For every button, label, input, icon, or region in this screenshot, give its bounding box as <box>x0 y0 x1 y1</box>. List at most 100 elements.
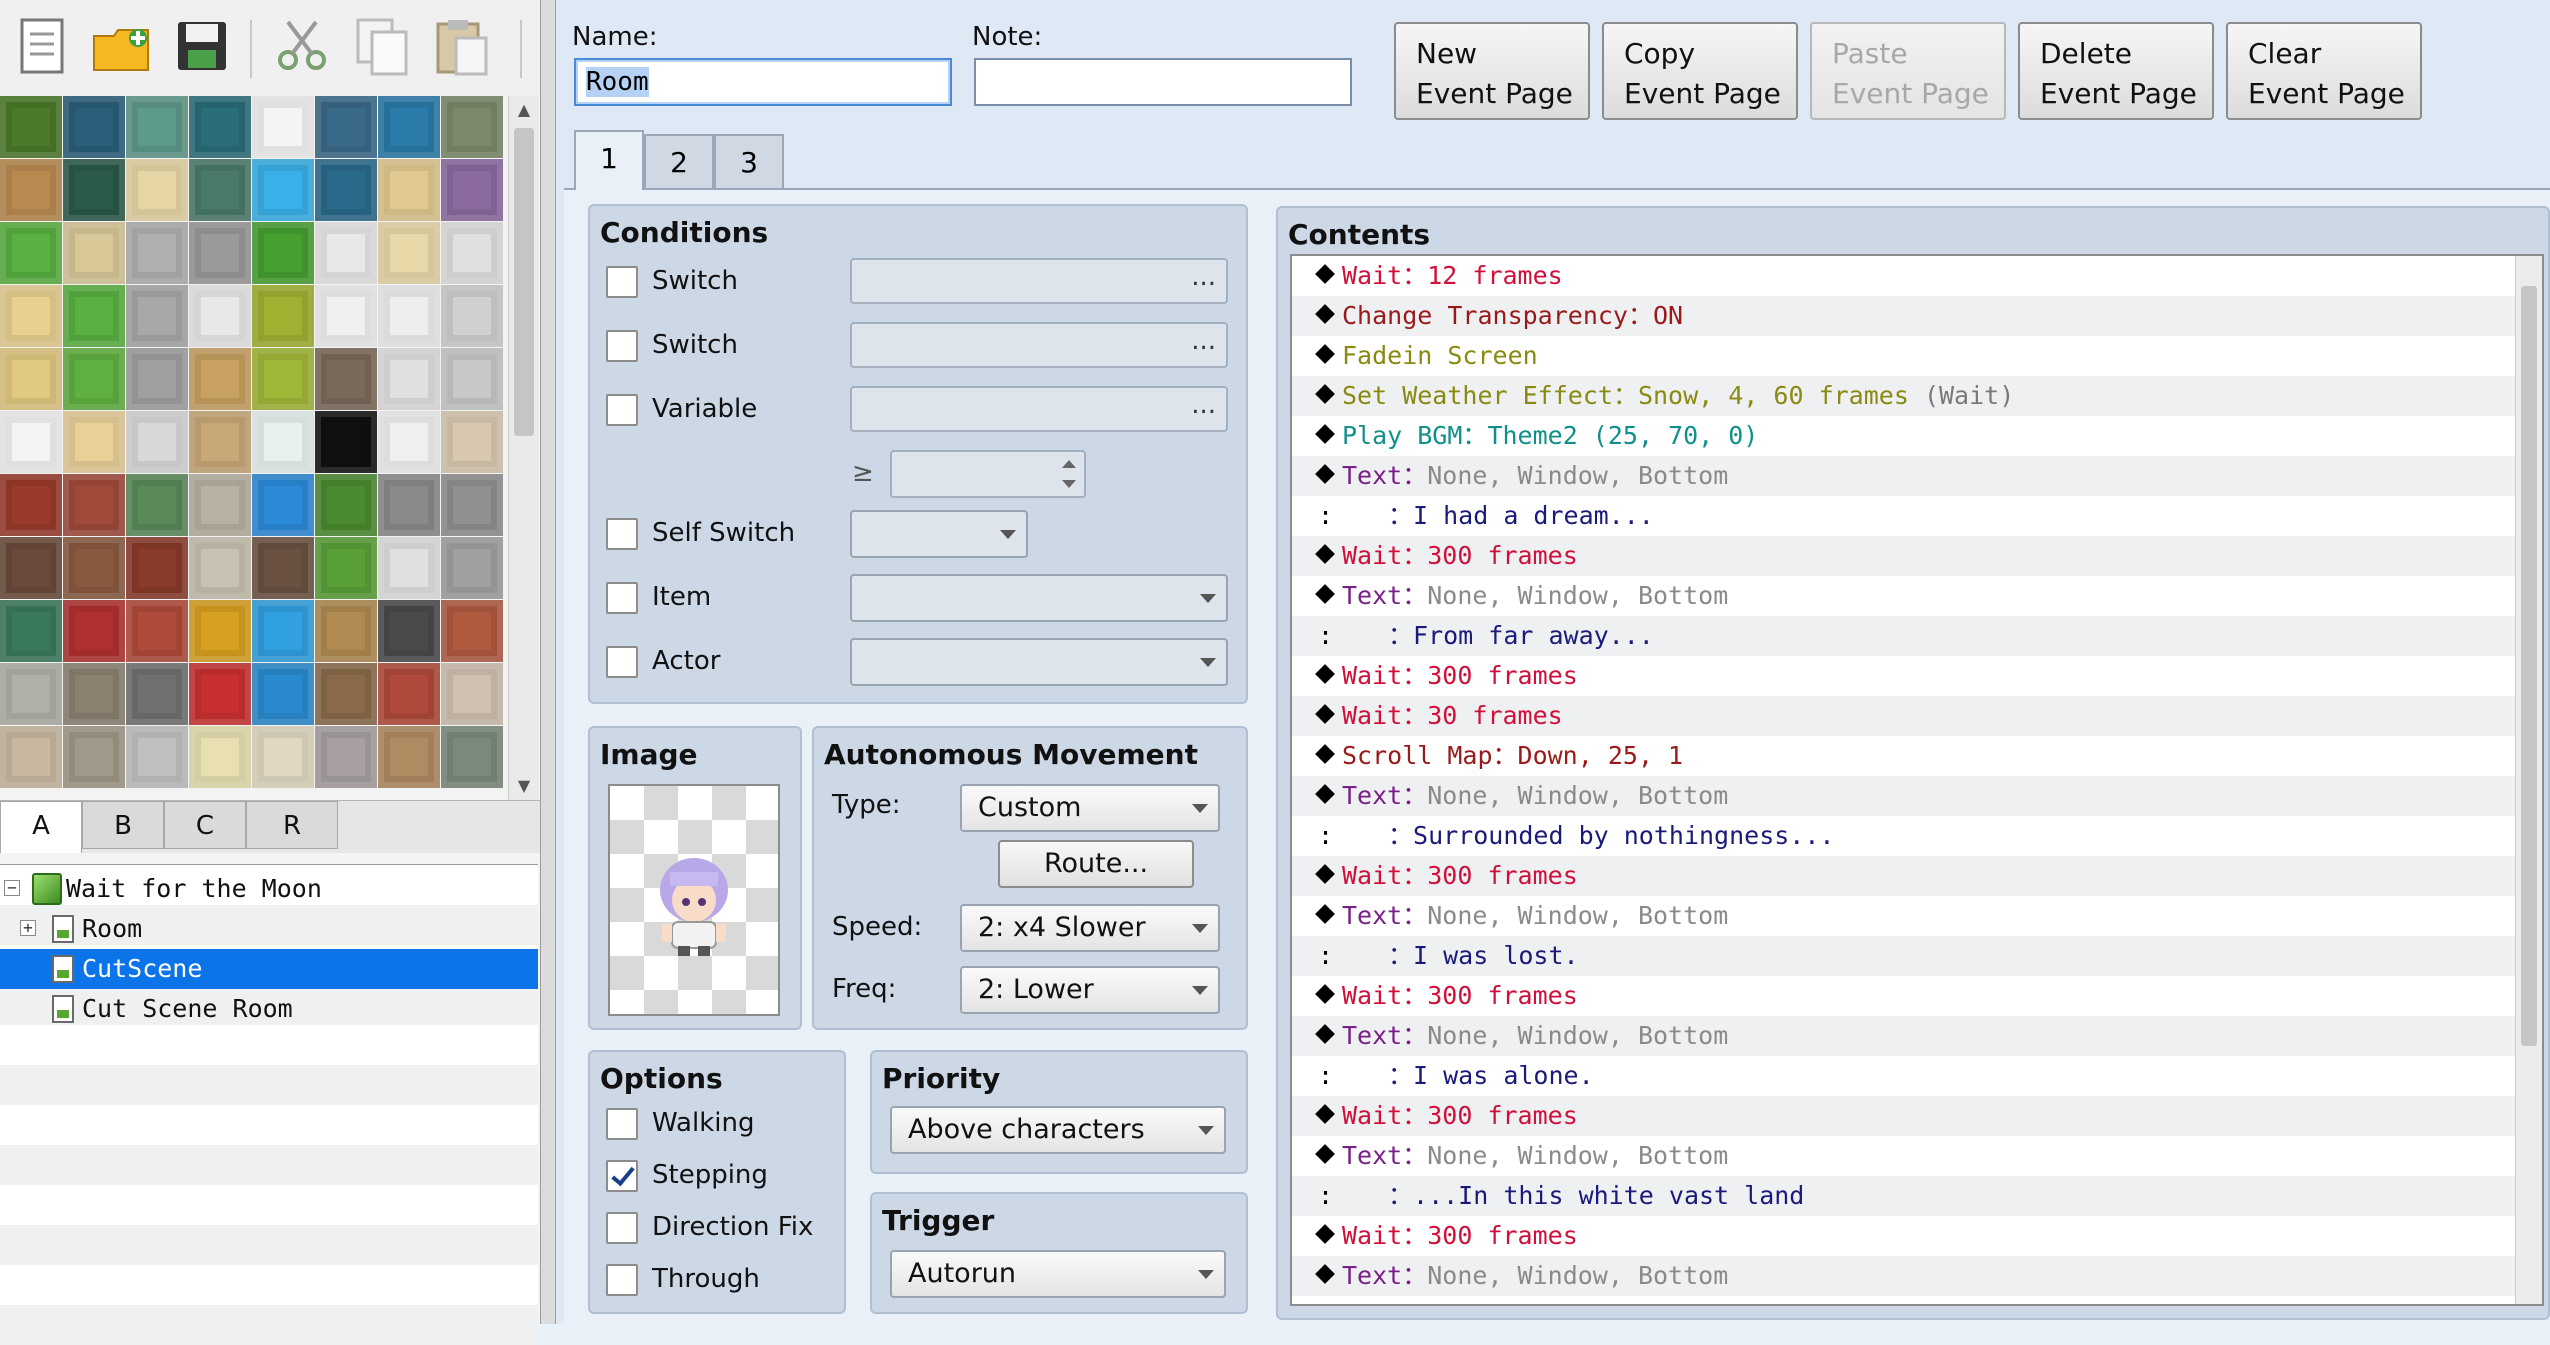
event-command[interactable]: Wait：300 frames <box>1292 1216 2516 1256</box>
spin-down-icon[interactable] <box>1062 480 1076 488</box>
tile[interactable] <box>126 159 188 221</box>
event-command[interactable]: Text：None, Window, Bottom <box>1292 576 2516 616</box>
tile[interactable] <box>378 474 440 536</box>
tile[interactable] <box>189 600 251 662</box>
tileset-tab-c[interactable]: C <box>164 801 246 849</box>
tile[interactable] <box>126 222 188 284</box>
event-command[interactable]: Text：None, Window, Bottom <box>1292 896 2516 936</box>
tile[interactable] <box>0 222 62 284</box>
open-folder-icon[interactable] <box>90 14 154 78</box>
tile[interactable] <box>189 474 251 536</box>
tile[interactable] <box>315 222 377 284</box>
event-command[interactable]: Text：None, Window, Bottom <box>1292 1256 2516 1296</box>
event-command[interactable]: Wait：300 frames <box>1292 536 2516 576</box>
tile[interactable] <box>441 159 503 221</box>
tile[interactable] <box>126 411 188 473</box>
tab-page-1[interactable]: 1 <box>574 130 644 190</box>
tile[interactable] <box>441 600 503 662</box>
pane-splitter[interactable] <box>540 0 556 1324</box>
item-checkbox[interactable] <box>606 582 638 614</box>
copy-event-page-button[interactable]: Copy Event Page <box>1602 22 1798 120</box>
tile[interactable] <box>189 159 251 221</box>
ellipsis-icon[interactable]: ... <box>1191 262 1216 292</box>
tile[interactable] <box>126 663 188 725</box>
tab-page-2[interactable]: 2 <box>644 134 714 188</box>
scroll-thumb[interactable] <box>514 128 534 436</box>
tile[interactable] <box>252 600 314 662</box>
event-command[interactable]: Wait：300 frames <box>1292 856 2516 896</box>
tile[interactable] <box>63 222 125 284</box>
tile[interactable] <box>252 222 314 284</box>
tile[interactable] <box>252 537 314 599</box>
tile[interactable] <box>441 348 503 410</box>
tab-page-3[interactable]: 3 <box>714 134 784 188</box>
cut-icon[interactable] <box>270 14 334 78</box>
clear-event-page-button[interactable]: Clear Event Page <box>2226 22 2422 120</box>
tile[interactable] <box>441 663 503 725</box>
variable-value-spinner[interactable] <box>890 450 1086 498</box>
event-command[interactable]: Wait：300 frames <box>1292 1096 2516 1136</box>
event-command-continuation[interactable]: : ：I was lost. <box>1292 936 2516 976</box>
tile[interactable] <box>0 663 62 725</box>
collapse-icon[interactable]: − <box>4 880 20 896</box>
character-image-preview[interactable] <box>608 784 780 1016</box>
event-command-continuation[interactable]: : ：I had a dream... <box>1292 496 2516 536</box>
scroll-down-icon[interactable]: ▼ <box>509 772 539 800</box>
tile[interactable] <box>126 285 188 347</box>
movement-type-select[interactable]: Custom <box>960 784 1220 832</box>
tile[interactable] <box>63 285 125 347</box>
tile[interactable] <box>0 348 62 410</box>
scroll-up-icon[interactable]: ▲ <box>509 96 539 124</box>
tile[interactable] <box>252 411 314 473</box>
event-command[interactable]: Play BGM：Theme2 (25, 70, 0) <box>1292 416 2516 456</box>
tile[interactable] <box>63 96 125 158</box>
tile[interactable] <box>189 726 251 788</box>
tile[interactable] <box>126 96 188 158</box>
actor-select[interactable] <box>850 638 1228 686</box>
tile[interactable] <box>315 726 377 788</box>
movement-freq-select[interactable]: 2: Lower <box>960 966 1220 1014</box>
tile[interactable] <box>378 96 440 158</box>
switch1-checkbox[interactable] <box>606 266 638 298</box>
tile[interactable] <box>378 411 440 473</box>
event-command-continuation[interactable]: : ：...In this white vast land <box>1292 1176 2516 1216</box>
copy-icon[interactable] <box>350 14 414 78</box>
paste-event-page-button[interactable]: Paste Event Page <box>1810 22 2006 120</box>
tile[interactable] <box>315 600 377 662</box>
tile[interactable] <box>63 726 125 788</box>
tile[interactable] <box>441 474 503 536</box>
event-command[interactable]: Set Weather Effect：Snow, 4, 60 frames (W… <box>1292 376 2516 416</box>
expand-icon[interactable]: + <box>20 920 36 936</box>
through-checkbox[interactable] <box>606 1264 638 1296</box>
tile[interactable] <box>441 411 503 473</box>
item-select[interactable] <box>850 574 1228 622</box>
paste-icon[interactable] <box>430 14 494 78</box>
tile[interactable] <box>441 96 503 158</box>
event-command-list[interactable]: Wait：12 frames Change Transparency：ON Fade… <box>1290 254 2544 1306</box>
tile[interactable] <box>378 348 440 410</box>
event-command[interactable]: Text：None, Window, Bottom <box>1292 456 2516 496</box>
new-event-page-button[interactable]: New Event Page <box>1394 22 1590 120</box>
new-file-icon[interactable] <box>10 14 74 78</box>
actor-checkbox[interactable] <box>606 646 638 678</box>
event-command-continuation[interactable]: : ：From far away... <box>1292 616 2516 656</box>
self-switch-select[interactable] <box>850 510 1028 558</box>
movement-speed-select[interactable]: 2: x4 Slower <box>960 904 1220 952</box>
note-field[interactable] <box>974 58 1352 106</box>
tile[interactable] <box>0 411 62 473</box>
tile[interactable] <box>252 726 314 788</box>
trigger-select[interactable]: Autorun <box>890 1250 1226 1298</box>
tile[interactable] <box>0 474 62 536</box>
tile[interactable] <box>63 348 125 410</box>
walking-checkbox[interactable] <box>606 1108 638 1140</box>
variable-field[interactable]: ... <box>850 386 1228 432</box>
tile[interactable] <box>378 663 440 725</box>
tile[interactable] <box>441 285 503 347</box>
contents-scrollbar[interactable] <box>2515 256 2542 1304</box>
tile[interactable] <box>0 285 62 347</box>
event-command[interactable]: Wait：300 frames <box>1292 976 2516 1016</box>
delete-event-page-button[interactable]: Delete Event Page <box>2018 22 2214 120</box>
tileset-tab-r[interactable]: R <box>246 801 338 849</box>
tile[interactable] <box>189 411 251 473</box>
tile[interactable] <box>126 474 188 536</box>
